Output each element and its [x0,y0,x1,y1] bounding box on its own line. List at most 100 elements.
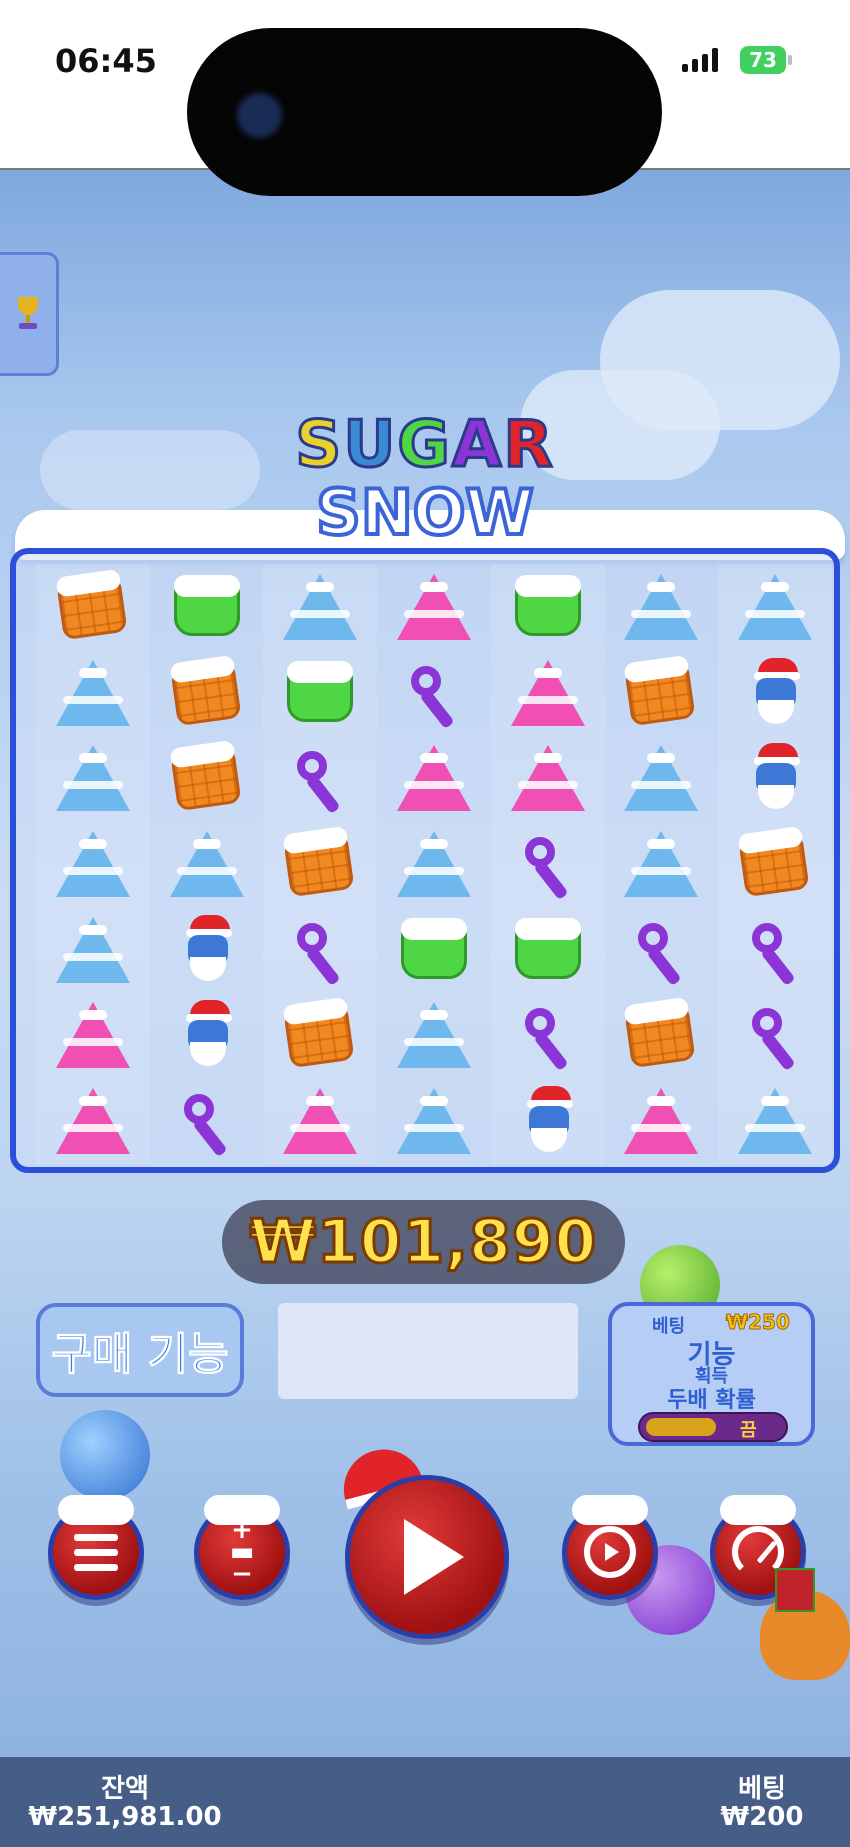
ante-bet-panel: 베팅 ₩250 기능 획득 두배 확률 끔 [608,1302,815,1446]
cellular-signal-icon [682,48,718,72]
tree-pink-symbol [396,572,471,642]
tree-pink-symbol [510,743,585,813]
jelly-symbol [511,572,585,642]
menu-icon [74,1533,118,1571]
tree-pink-symbol [283,1086,358,1156]
grid-cell [150,907,264,993]
balance-value: ₩251,981.00 [28,1802,222,1832]
gift-box-icon [775,1568,815,1612]
tree-blue-symbol [283,572,358,642]
jelly-symbol [397,915,471,985]
grid-cell [150,993,264,1079]
autoplay-button[interactable] [562,1495,658,1600]
spin-button[interactable] [345,1475,509,1639]
tree-blue-symbol [55,829,130,899]
grid-cell [36,821,150,907]
candy-symbol [170,1086,244,1156]
logo-letter: U [342,408,398,482]
waffle-symbol [169,743,244,813]
win-amount: ₩101,890 [248,1206,598,1279]
buy-feature-button[interactable]: 구매 기능 [36,1303,244,1397]
candy-symbol [283,915,357,985]
grid-cell [718,992,832,1079]
grid-cell [377,564,491,650]
grid-cell [718,821,832,907]
grid-cell [377,821,491,907]
grid-cell [263,649,378,736]
candy-symbol [738,915,812,985]
grid-cell [605,650,719,736]
grid-cell [377,735,491,821]
play-icon [404,1519,464,1595]
tree-blue-symbol [396,1086,471,1156]
candy-symbol [738,1000,812,1070]
grid-cell [718,564,832,650]
santa-symbol [170,1000,244,1070]
grid-cell [490,1078,605,1164]
coin-stack-icon: + ▬ − [229,1515,255,1589]
grid-cell [490,992,605,1079]
grid-cell [377,650,491,736]
santa-symbol [738,657,812,728]
grid-cell [605,907,719,993]
grid-cell [377,1078,491,1164]
grid-cell [150,650,264,736]
bet-label: 베팅 [738,1774,786,1804]
santa-symbol [511,1086,585,1156]
grid-cell [150,821,264,907]
grid-cell [605,735,719,821]
santa-symbol [170,914,244,985]
jelly-symbol [283,658,357,728]
reel-board [10,548,840,1173]
tree-blue-symbol [55,658,130,728]
grid-cell [263,906,378,993]
waffle-symbol [169,658,244,728]
grid-cell [36,1078,150,1164]
logo-letter: G [396,408,452,482]
grid-cell [718,1078,832,1164]
grid-cell [605,564,719,650]
ante-bet-toggle[interactable]: 끔 [638,1412,788,1442]
balance-label: 잔액 [101,1774,149,1804]
logo-sugar: SUGAR [280,408,570,482]
decor-ball-blue [60,1410,150,1500]
menu-button[interactable] [48,1495,144,1600]
tree-blue-symbol [169,829,244,899]
tree-blue-symbol [396,1000,471,1070]
tree-blue-symbol [624,572,699,642]
grid-cell [377,993,491,1079]
symbol-grid [36,564,832,1164]
toggle-state-label: 끔 [740,1420,757,1441]
grid-cell [36,992,150,1079]
logo-letter: S [294,408,344,482]
tree-blue-symbol [624,829,699,899]
clock: 06:45 [55,42,157,80]
jelly-symbol [511,915,585,985]
grid-cell [490,906,605,993]
grid-cell [490,564,605,650]
grid-cell [263,992,378,1079]
candy-symbol [511,1000,585,1070]
tree-blue-symbol [396,829,471,899]
game-logo: SUGAR SNOW [280,408,570,560]
grid-cell [36,735,150,822]
dynamic-island [187,28,662,196]
waffle-symbol [283,1000,357,1070]
grid-cell [490,821,605,907]
grid-cell [263,735,378,822]
bet-adjust-button[interactable]: + ▬ − [194,1495,290,1600]
logo-letter: A [450,408,504,482]
grid-cell [718,649,832,736]
waffle-symbol [56,572,130,642]
logo-snow: SNOW [314,476,536,549]
leaderboard-tab[interactable] [0,252,59,376]
waffle-symbol [624,1000,698,1070]
autoplay-icon [584,1526,636,1578]
jelly-symbol [170,572,244,642]
candy-symbol [511,829,585,899]
grid-cell [263,564,378,650]
waffle-symbol [283,829,357,899]
grid-cell [150,735,264,821]
logo-letter: R [502,408,555,482]
tree-blue-symbol [55,743,130,813]
